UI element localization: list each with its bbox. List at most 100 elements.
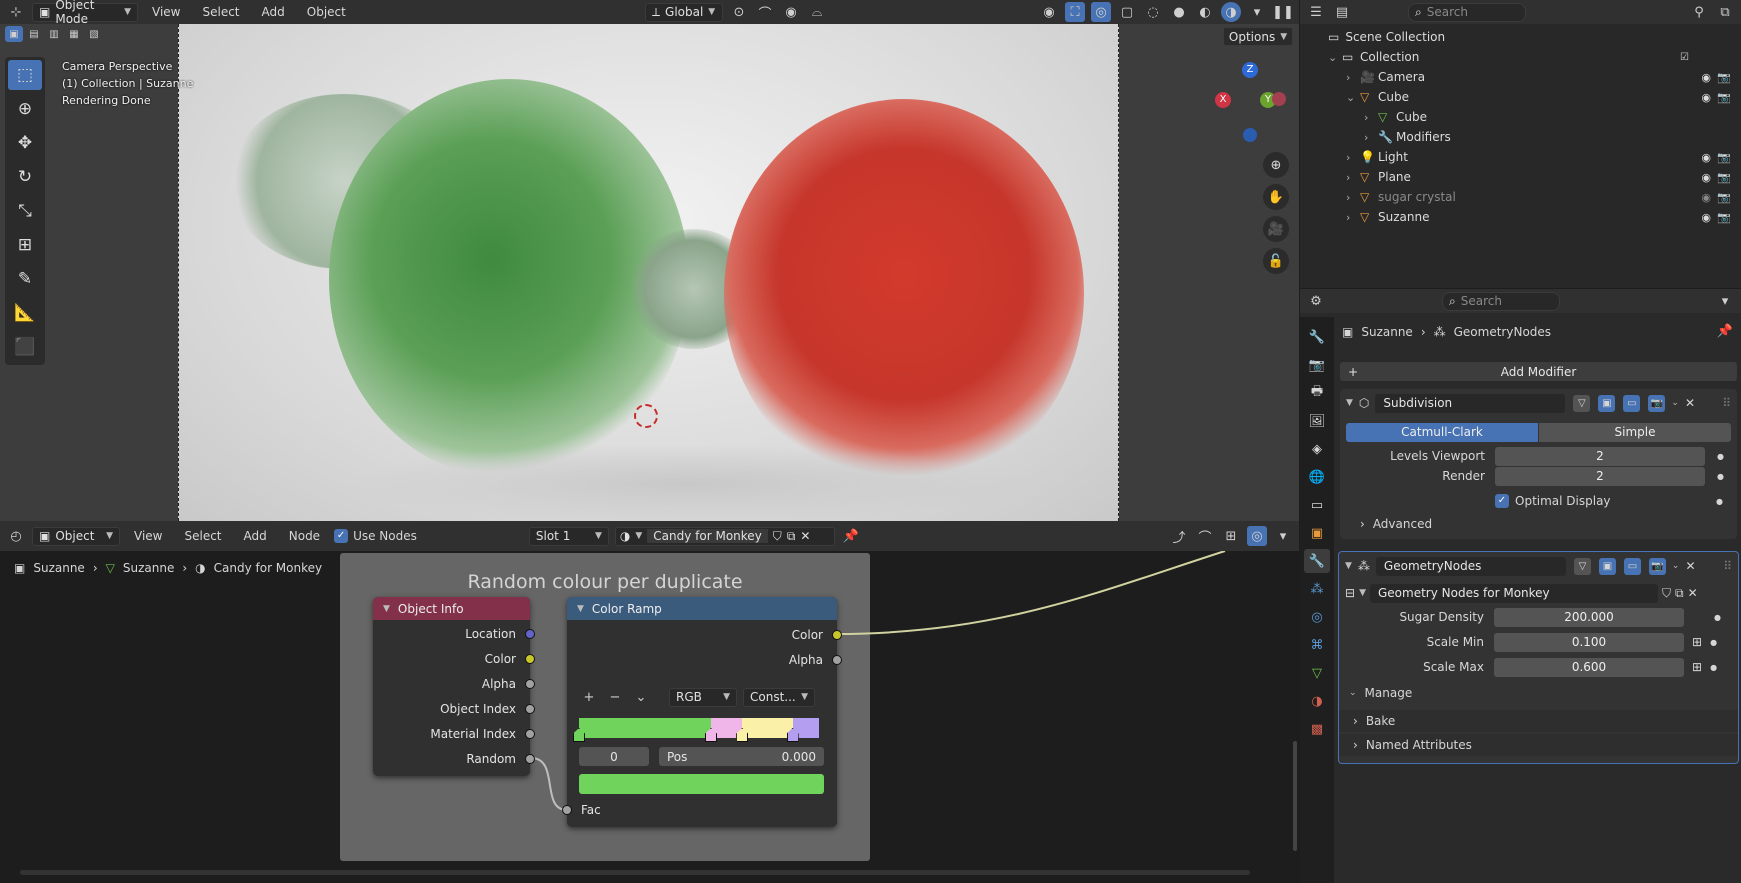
chevron-right-icon[interactable]: › (1346, 171, 1360, 184)
float-socket[interactable] (832, 654, 842, 665)
material-name-field[interactable]: Candy for Monkey (647, 529, 768, 543)
stop-index-field[interactable]: 0 (579, 747, 649, 766)
duplicate-material-icon[interactable]: ⧉ (787, 529, 796, 544)
move-tool-icon[interactable]: ✥ (8, 128, 42, 158)
float-socket[interactable] (525, 728, 535, 739)
gizmo-neg-z-axis[interactable] (1243, 128, 1257, 142)
named-attributes-subpanel[interactable]: › Named Attributes (1339, 734, 1738, 756)
outliner-item[interactable]: ⌄ ▽ Cube ◉ 📷 (1300, 87, 1741, 107)
menu-add[interactable]: Add (236, 526, 275, 546)
new-collection-icon[interactable]: ⧉ (1715, 2, 1735, 22)
menu-view[interactable]: View (144, 2, 188, 22)
menu-add[interactable]: Add (254, 2, 293, 22)
render-camera-icon[interactable]: 📷 (1717, 171, 1731, 184)
node-editor-canvas[interactable]: ▣ Suzanne › ▽ Suzanne › ◑ Candy for Monk… (0, 551, 1299, 883)
remove-stop-icon[interactable]: − (605, 687, 625, 707)
visibility-eye-icon[interactable]: ◉ (1701, 211, 1711, 224)
render-display-icon[interactable]: 📷 (1648, 394, 1666, 412)
catmull-clark-button[interactable]: Catmull-Clark (1346, 422, 1538, 442)
render-camera-icon[interactable]: 📷 (1717, 91, 1731, 104)
visibility-eye-icon[interactable]: ◉ (1701, 91, 1711, 104)
checkbox-checked-icon[interactable]: ✓ (1495, 494, 1509, 508)
menu-object[interactable]: Object (299, 2, 354, 22)
keyframe-dot-icon[interactable]: ● (1717, 452, 1724, 461)
render-levels-field[interactable]: 2 (1495, 466, 1705, 486)
attribute-toggle-icon[interactable]: ⊞ (1692, 660, 1702, 674)
render-camera-icon[interactable]: 📷 (1717, 71, 1731, 84)
menu-select[interactable]: Select (176, 526, 229, 546)
object-tab-icon[interactable]: ▣ (1304, 521, 1330, 545)
add-stop-icon[interactable]: + (579, 687, 599, 707)
object-info-header[interactable]: ▼ Object Info (373, 597, 530, 620)
material-selector[interactable]: ◑ ▼ Candy for Monkey ⛉ ⧉ ✕ (614, 526, 835, 546)
fake-user-shield-icon[interactable]: ⛉ (773, 529, 782, 544)
keyframe-dot-icon[interactable]: ● (1717, 472, 1724, 481)
geometrynodes-header[interactable]: ▼ ⁂ GeometryNodes ▽ ▣ ▭ 📷 ⌄ ✕ ⠿ (1339, 555, 1738, 577)
scale-max-field[interactable]: 0.600 (1494, 657, 1684, 677)
render-camera-icon[interactable]: 📷 (1717, 151, 1731, 164)
menu-select[interactable]: Select (194, 2, 247, 22)
camera-view-icon[interactable]: 🎥 (1263, 216, 1289, 242)
chevron-down-icon[interactable]: ⌄ (1346, 91, 1360, 104)
keyframe-dot-icon[interactable]: ● (1710, 663, 1717, 672)
physics-tab-icon[interactable]: ◎ (1304, 605, 1330, 629)
collection-tab-icon[interactable]: ▭ (1304, 493, 1330, 517)
3d-cursor[interactable] (634, 404, 658, 428)
pivot-point-icon[interactable]: ⊙ (729, 2, 749, 22)
snap-icon[interactable]: ⌒ (755, 2, 775, 22)
lock-camera-icon[interactable]: 🔓 (1263, 248, 1289, 274)
optimal-display-row[interactable]: ✓ Optimal Display ● (1340, 490, 1737, 512)
parent-node-tree-icon[interactable]: ⤴ (1169, 526, 1189, 546)
keyframe-dot-icon[interactable]: ● (1710, 638, 1717, 647)
horizontal-scrollbar[interactable] (20, 870, 1250, 875)
float-socket[interactable] (525, 753, 535, 764)
chevron-down-icon[interactable]: ▾ (1715, 291, 1735, 311)
chevron-down-icon[interactable]: ▾ (1273, 526, 1293, 546)
vector-socket[interactable] (525, 628, 535, 639)
subdivision-header[interactable]: ▼ ⬡ Subdivision ▽ ▣ ▭ 📷 ⌄ ✕ ⠿ (1340, 392, 1737, 414)
color-ramp-gradient[interactable] (573, 718, 819, 742)
select-new-icon[interactable]: ▣ (5, 26, 23, 42)
outliner-item[interactable]: › ▽ Suzanne ◉ 📷 (1300, 207, 1741, 227)
options-dropdown[interactable]: Options ▼ (1223, 27, 1293, 46)
chevron-right-icon[interactable]: › (1364, 131, 1378, 144)
bake-subpanel[interactable]: › Bake (1339, 710, 1738, 732)
transform-orientation-dropdown[interactable]: ⟂ Global ▼ (645, 2, 723, 22)
color-ramp-header[interactable]: ▼ Color Ramp (567, 597, 837, 620)
menu-node[interactable]: Node (281, 526, 328, 546)
constraints-tab-icon[interactable]: ⌘ (1304, 633, 1330, 657)
collapse-chevron-icon[interactable]: ▼ (383, 604, 390, 614)
keyframe-dot-icon[interactable]: ● (1716, 497, 1723, 506)
gizmo-x-axis[interactable]: X (1215, 92, 1231, 108)
drag-handle-icon[interactable]: ⠿ (1722, 396, 1731, 410)
3d-viewport[interactable]: ▣ ▤ ▥ ▦ ▧ ⬚ ⊕ ✥ ↻ ⤡ ⊞ ✎ 📐 ⬛ Camera Persp… (0, 24, 1299, 521)
realtime-display-icon[interactable]: ▭ (1623, 394, 1641, 412)
chevron-down-icon[interactable]: ⌄ (1672, 561, 1680, 571)
node-group-name-field[interactable]: Geometry Nodes for Monkey (1369, 583, 1658, 603)
outliner-scene-collection[interactable]: ▭ Scene Collection (1300, 27, 1741, 47)
modifier-name-field[interactable]: GeometryNodes (1375, 556, 1566, 576)
slot-dropdown[interactable]: Slot 1 ▼ (528, 526, 609, 546)
on-cage-icon[interactable]: ▣ (1598, 557, 1616, 575)
color-mode-dropdown[interactable]: RGB ▼ (669, 687, 737, 707)
editor-type-icon[interactable]: ◴ (6, 526, 26, 546)
measure-tool-icon[interactable]: 📐 (8, 298, 42, 328)
drag-handle-icon[interactable]: ⠿ (1723, 559, 1732, 573)
gizmo-toggle-icon[interactable]: ⛶ (1065, 2, 1085, 22)
overlay-toggle-icon[interactable]: ◎ (1091, 2, 1111, 22)
realtime-display-icon[interactable]: ▭ (1623, 557, 1641, 575)
modifier-name-field[interactable]: Subdivision (1375, 393, 1566, 413)
duplicate-icon[interactable]: ⧉ (1675, 586, 1684, 601)
color-socket[interactable] (525, 653, 535, 664)
modifier-tab-icon[interactable]: 🔧 (1304, 549, 1330, 573)
render-tab-icon[interactable]: 📷 (1304, 353, 1330, 377)
visibility-eye-icon[interactable]: ◉ (1701, 71, 1711, 84)
wireframe-shading-icon[interactable]: ◌ (1143, 2, 1163, 22)
edit-mode-icon[interactable]: ▽ (1573, 394, 1591, 412)
snap-element-icon[interactable]: ⊞ (1221, 526, 1241, 546)
edit-mode-icon[interactable]: ▽ (1573, 557, 1591, 575)
collapse-chevron-icon[interactable]: ▼ (1345, 561, 1352, 571)
outliner-item[interactable]: › ▽ sugar crystal ◉ 📷 (1300, 187, 1741, 207)
shading-options-icon[interactable]: ▾ (1247, 2, 1267, 22)
sugar-density-field[interactable]: 200.000 (1494, 607, 1684, 627)
